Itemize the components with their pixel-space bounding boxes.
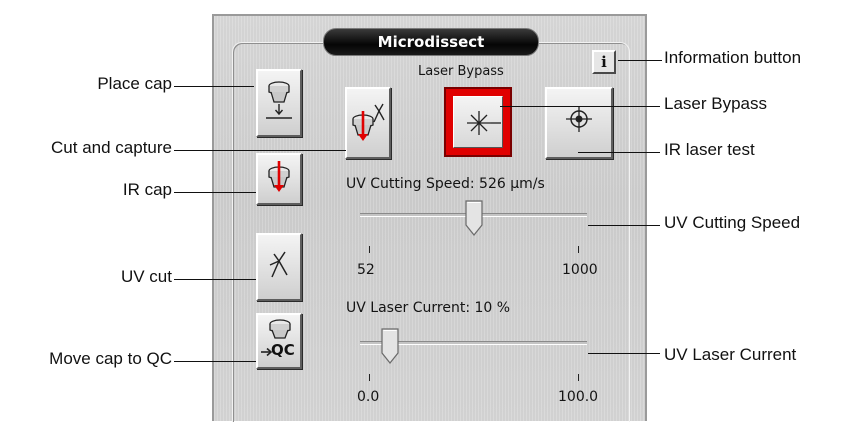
callout-move-cap-qc: Move cap to QC — [49, 349, 172, 368]
leader-uv-cut — [174, 279, 256, 280]
callout-place-cap: Place cap — [97, 74, 172, 93]
callout-information-button: Information button — [664, 48, 802, 67]
leader-move-cap-qc — [174, 361, 256, 362]
callout-ir-laser-test: IR laser test — [664, 140, 755, 159]
move-cap-qc-button[interactable]: QC — [256, 313, 302, 369]
cut-and-capture-icon — [352, 103, 385, 141]
ir-cap-icon — [268, 161, 290, 192]
ir-cap-button[interactable] — [256, 153, 302, 205]
leader-cut-and-capture — [174, 150, 346, 151]
uv-cutting-speed-min-label: 52 — [357, 262, 375, 278]
panel-title: Microdissect — [323, 28, 539, 56]
uv-laser-current-tick-min — [369, 374, 370, 381]
laser-bypass-button[interactable] — [444, 87, 512, 157]
uv-cutting-speed-label: UV Cutting Speed: 526 µm/s — [346, 176, 545, 192]
uv-laser-current-thumb[interactable] — [381, 328, 399, 364]
laser-bypass-caption: Laser Bypass — [418, 64, 504, 79]
scissors-icon — [269, 251, 288, 278]
place-cap-button[interactable] — [256, 69, 302, 137]
qc-label: QC — [271, 341, 295, 359]
crosshair-icon — [566, 106, 592, 132]
laser-burst-icon — [467, 111, 501, 135]
uv-cutting-speed-max-label: 1000 — [562, 262, 598, 278]
callout-ir-cap: IR cap — [122, 180, 172, 199]
uv-laser-current-tick-max — [578, 374, 579, 381]
uv-laser-current-max-label: 100.0 — [558, 389, 599, 405]
laser-bypass-button-face — [453, 96, 503, 148]
leader-ir-laser-test — [578, 152, 660, 153]
uv-laser-current-label: UV Laser Current: 10 % — [346, 300, 511, 316]
uv-cut-button[interactable] — [256, 233, 302, 301]
callout-cut-and-capture: Cut and capture — [51, 138, 172, 157]
cut-and-capture-button[interactable] — [345, 87, 391, 159]
leader-uv-laser-current — [588, 353, 660, 354]
uv-cutting-speed-tick-min — [369, 246, 370, 253]
uv-laser-current-min-label: 0.0 — [357, 389, 380, 405]
information-button[interactable]: i — [592, 50, 616, 74]
leader-ir-cap — [174, 192, 256, 193]
leader-information-button — [634, 60, 662, 61]
leader-uv-cutting-speed — [588, 225, 660, 226]
leader-laser-bypass — [500, 106, 660, 107]
callout-laser-bypass: Laser Bypass — [664, 94, 767, 113]
uv-cutting-speed-thumb[interactable] — [464, 200, 483, 236]
callout-uv-laser-current: UV Laser Current — [664, 345, 797, 364]
ir-laser-test-button[interactable] — [545, 87, 613, 159]
leader-place-cap — [174, 86, 254, 87]
place-cap-icon — [266, 81, 292, 119]
callout-uv-cut: UV cut — [120, 267, 172, 286]
callout-uv-cutting-speed: UV Cutting Speed — [664, 213, 801, 232]
uv-cutting-speed-tick-max — [578, 246, 579, 253]
